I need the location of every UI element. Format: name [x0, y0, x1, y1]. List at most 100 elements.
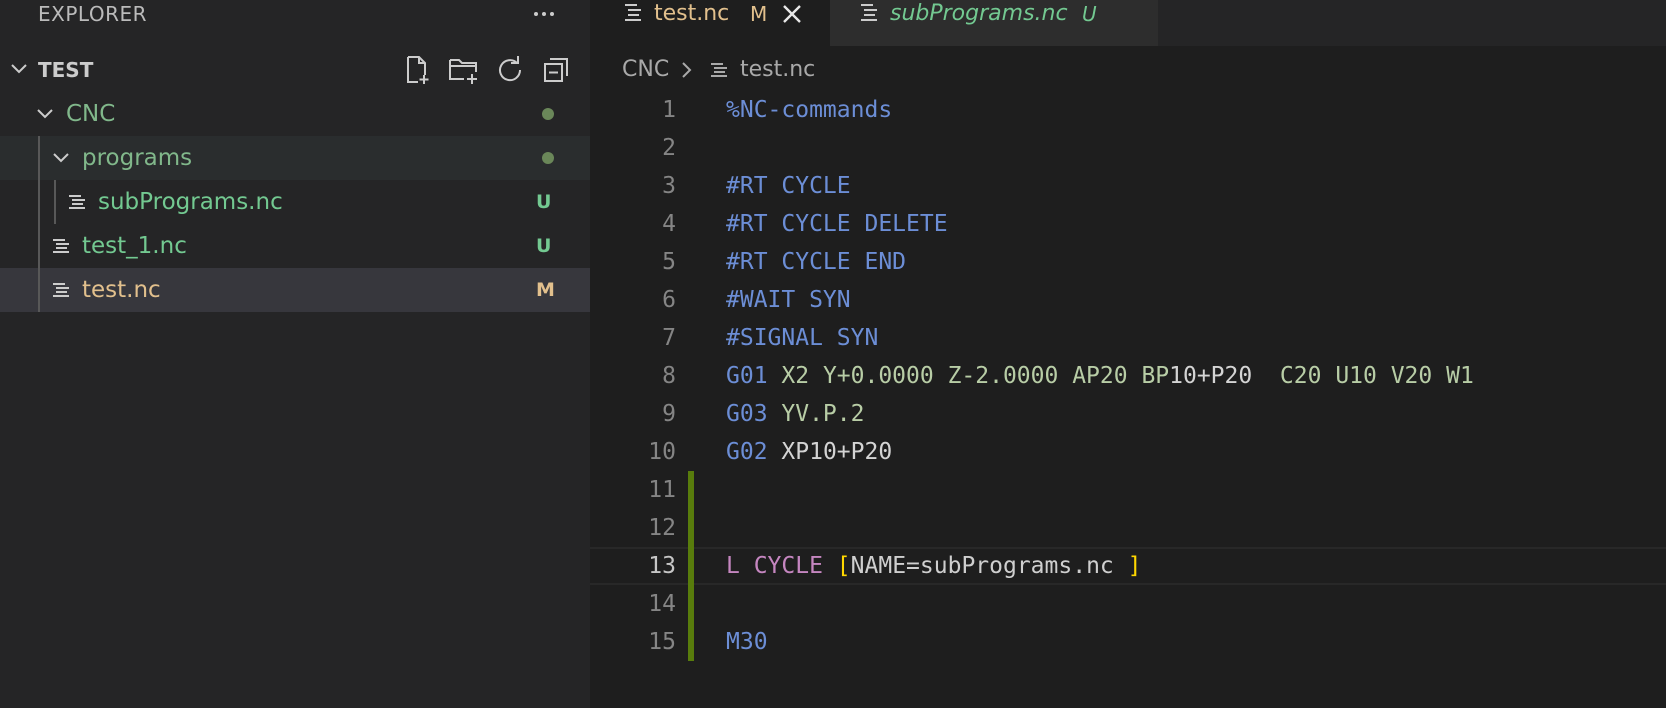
code-token: #WAIT SYN: [726, 287, 851, 313]
file-lines-icon: [53, 283, 69, 297]
code-token: G02: [726, 439, 768, 465]
tree-item-programs-folder[interactable]: programs: [0, 136, 590, 180]
indent-guide: [54, 180, 56, 224]
tab-label: subPrograms.nc: [890, 1, 1068, 26]
code-token: G03: [726, 401, 768, 427]
code-line[interactable]: 8 G01 X2 Y+0.0000 Z-2.0000 AP20 BP10+P20 …: [590, 357, 1666, 395]
tab-git-badge: U: [1082, 2, 1097, 26]
code-editor[interactable]: 1 %NC-commands 2 3 #RT CYCLE 4 #RT CYCLE DELET…: [590, 91, 1666, 691]
editor-area: test.nc M subPrograms.nc U CNC test.nc 1…: [590, 0, 1666, 708]
code-token: subPrograms.nc: [919, 553, 1128, 579]
explorer-sidebar: EXPLORER TEST CNC programs subPrograms.n…: [0, 0, 590, 708]
line-number: 5: [662, 249, 676, 275]
code-line[interactable]: 5 #RT CYCLE END: [590, 243, 1666, 281]
code-line[interactable]: 9 G03 YV.P.2: [590, 395, 1666, 433]
line-number: 3: [662, 173, 676, 199]
code-token: G01: [726, 363, 768, 389]
section-actions: [400, 52, 580, 88]
code-line[interactable]: 7 #SIGNAL SYN: [590, 319, 1666, 357]
close-icon[interactable]: [780, 2, 804, 26]
code-token: #RT CYCLE DELETE: [726, 211, 948, 237]
code-token: #RT CYCLE: [726, 173, 851, 199]
breadcrumb-folder[interactable]: CNC: [622, 52, 669, 88]
breadcrumb-file[interactable]: test.nc: [740, 52, 815, 88]
explorer-header: EXPLORER: [0, 0, 590, 28]
line-text: #WAIT SYN: [726, 281, 851, 319]
code-line[interactable]: 15 M30: [590, 623, 1666, 661]
code-token: 10+P20: [1169, 363, 1253, 389]
refresh-icon[interactable]: [492, 52, 528, 88]
explorer-title: EXPLORER: [38, 2, 147, 26]
tree-item-subprograms-file[interactable]: subPrograms.nc U: [0, 180, 590, 224]
code-line[interactable]: 13 L CYCLE [NAME=subPrograms.nc ]: [590, 547, 1666, 585]
new-folder-icon[interactable]: [446, 52, 482, 88]
code-token: %NC-commands: [726, 97, 893, 123]
code-line[interactable]: 2: [590, 129, 1666, 167]
chevron-down-icon: [37, 109, 53, 119]
tree-item-label: test.nc: [82, 277, 161, 303]
code-token: AP20: [1072, 363, 1128, 389]
more-actions-icon[interactable]: [526, 0, 562, 28]
tree-item-cnc-folder[interactable]: CNC: [0, 92, 590, 136]
line-number: 15: [648, 629, 676, 655]
line-text: #RT CYCLE DELETE: [726, 205, 948, 243]
code-token: #RT CYCLE END: [726, 249, 907, 275]
code-line[interactable]: 11: [590, 471, 1666, 509]
line-number: 9: [662, 401, 676, 427]
code-line[interactable]: 12: [590, 509, 1666, 547]
tab-subprograms-nc[interactable]: subPrograms.nc U: [830, 0, 1158, 46]
tree-item-test1-file[interactable]: test_1.nc U: [0, 224, 590, 268]
indent-guide: [38, 224, 40, 268]
line-text: M30: [726, 623, 768, 661]
code-line[interactable]: 10 G02 XP10+P20: [590, 433, 1666, 471]
workspace-section-header[interactable]: TEST: [0, 48, 590, 92]
git-added-gutter-marker: [688, 471, 694, 661]
git-badge: U: [536, 235, 552, 257]
file-lines-icon: [711, 63, 727, 77]
git-status-dot-icon: [542, 152, 554, 164]
code-line[interactable]: 1 %NC-commands: [590, 91, 1666, 129]
code-line[interactable]: 3 #RT CYCLE: [590, 167, 1666, 205]
code-line[interactable]: 6 #WAIT SYN: [590, 281, 1666, 319]
file-lines-icon: [861, 4, 877, 21]
line-text: G03 YV.P.2: [726, 395, 864, 433]
code-token: YV.P.2: [767, 401, 865, 427]
line-number: 8: [662, 363, 676, 389]
code-token: ]: [1127, 553, 1142, 579]
line-number: 14: [648, 591, 676, 617]
code-line[interactable]: 4 #RT CYCLE DELETE: [590, 205, 1666, 243]
line-number: 4: [662, 211, 676, 237]
line-text: #RT CYCLE: [726, 167, 851, 205]
code-token: CYCLE: [739, 553, 837, 579]
indent-guide: [38, 268, 40, 312]
code-token: XP: [767, 439, 810, 465]
new-file-icon[interactable]: [400, 52, 436, 88]
code-token: Y+0.0000: [822, 363, 934, 389]
file-lines-icon: [625, 4, 641, 21]
chevron-right-icon: [682, 62, 692, 78]
line-text: %NC-commands: [726, 91, 892, 129]
line-number: 13: [648, 553, 676, 579]
code-token: BP: [1127, 363, 1170, 389]
tree-item-label: subPrograms.nc: [98, 189, 283, 215]
code-token: M30: [726, 629, 768, 655]
code-token: L: [726, 553, 740, 579]
collapse-all-icon[interactable]: [538, 52, 574, 88]
tab-label: test.nc: [654, 1, 730, 26]
breadcrumb: CNC test.nc: [622, 52, 1022, 88]
code-token: 10+P20: [809, 439, 893, 465]
code-token: X2: [767, 363, 823, 389]
tab-bar: test.nc M subPrograms.nc U: [590, 0, 1666, 46]
line-text: #SIGNAL SYN: [726, 319, 878, 357]
tab-git-badge: M: [750, 2, 768, 26]
line-number: 6: [662, 287, 676, 313]
line-number: 7: [662, 325, 676, 351]
indent-guide: [38, 180, 40, 224]
code-line[interactable]: 14: [590, 585, 1666, 623]
tree-item-label: programs: [82, 145, 193, 171]
tree-item-test-file[interactable]: test.nc M: [0, 268, 590, 312]
code-token: NAME=: [850, 553, 920, 579]
code-token: [: [836, 553, 851, 579]
line-text: G02 XP10+P20: [726, 433, 892, 471]
tab-test-nc[interactable]: test.nc M: [590, 0, 830, 46]
